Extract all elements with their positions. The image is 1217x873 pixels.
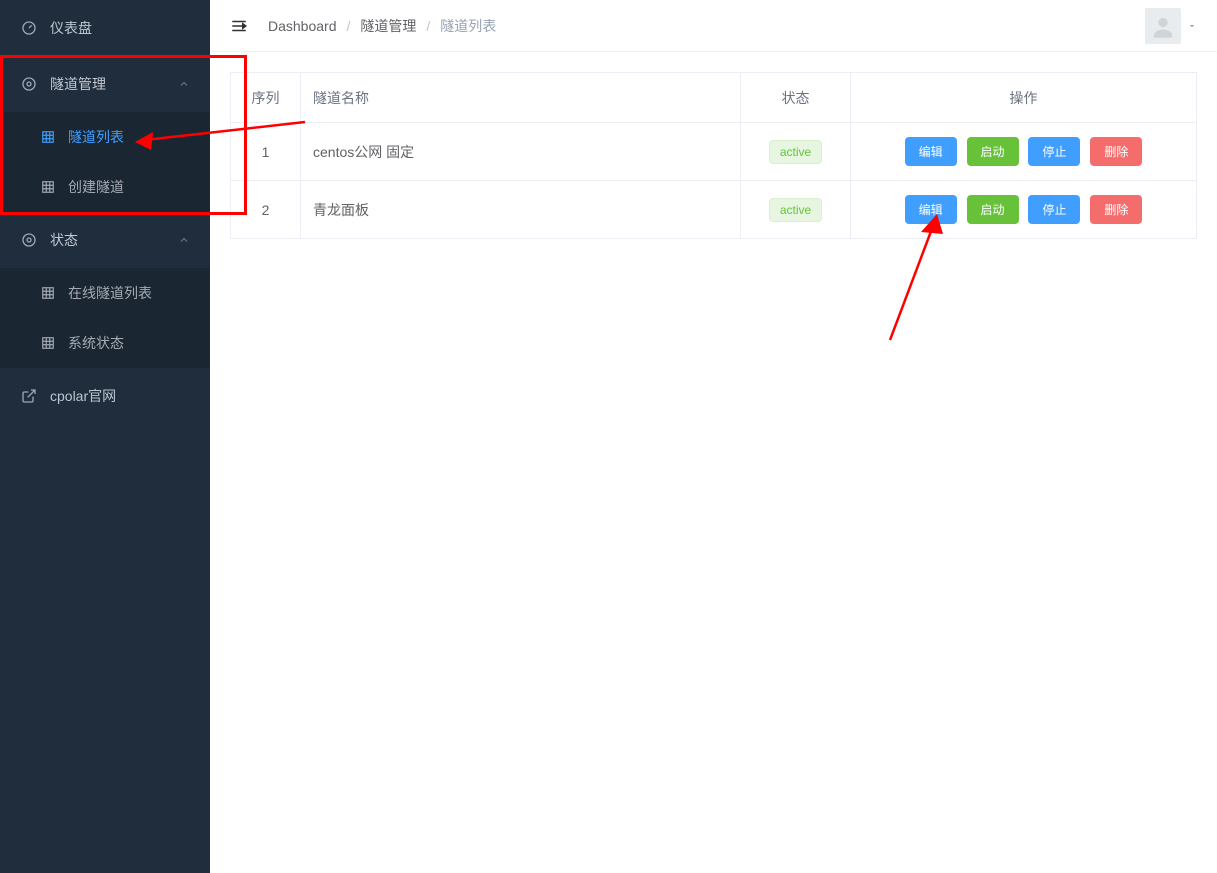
target-icon bbox=[20, 75, 38, 93]
edit-button[interactable]: 编辑 bbox=[905, 195, 957, 224]
sidebar-item-label: 在线隧道列表 bbox=[68, 283, 152, 303]
sidebar-item-label: 创建隧道 bbox=[68, 177, 124, 197]
dashboard-icon bbox=[20, 19, 38, 37]
sidebar-item-tunnel-list[interactable]: 隧道列表 bbox=[0, 112, 210, 162]
user-menu[interactable] bbox=[1145, 8, 1197, 44]
status-badge: active bbox=[769, 140, 822, 164]
table-row: 1 centos公网 固定 active 编辑 启动 停止 删除 bbox=[231, 123, 1197, 181]
sidebar-section-status[interactable]: 状态 bbox=[0, 212, 210, 268]
cell-status: active bbox=[741, 123, 851, 181]
external-link-icon bbox=[20, 387, 38, 405]
sidebar: 仪表盘 隧道管理 隧道列表 创建隧道 bbox=[0, 0, 210, 873]
sidebar-item-label: 隧道列表 bbox=[68, 127, 124, 147]
sidebar-item-label: 系统状态 bbox=[68, 333, 124, 353]
sidebar-item-online-tunnel[interactable]: 在线隧道列表 bbox=[0, 268, 210, 318]
delete-button[interactable]: 删除 bbox=[1090, 137, 1142, 166]
stop-button[interactable]: 停止 bbox=[1028, 137, 1080, 166]
sidebar-section-label: 状态 bbox=[50, 230, 78, 250]
sidebar-item-cpolar[interactable]: cpolar官网 bbox=[0, 368, 210, 424]
table-icon bbox=[40, 179, 56, 195]
target-icon bbox=[20, 231, 38, 249]
sidebar-item-dashboard[interactable]: 仪表盘 bbox=[0, 0, 210, 56]
avatar-icon bbox=[1145, 8, 1181, 44]
chevron-up-icon bbox=[178, 78, 190, 90]
edit-button[interactable]: 编辑 bbox=[905, 137, 957, 166]
topbar: Dashboard / 隧道管理 / 隧道列表 bbox=[210, 0, 1217, 52]
table-icon bbox=[40, 335, 56, 351]
status-badge: active bbox=[769, 198, 822, 222]
th-seq: 序列 bbox=[231, 73, 301, 123]
start-button[interactable]: 启动 bbox=[967, 195, 1019, 224]
sidebar-item-label: 仪表盘 bbox=[50, 18, 92, 38]
caret-down-icon bbox=[1187, 18, 1197, 34]
cell-seq: 2 bbox=[231, 181, 301, 239]
th-status: 状态 bbox=[741, 73, 851, 123]
sidebar-item-label: cpolar官网 bbox=[50, 386, 116, 406]
start-button[interactable]: 启动 bbox=[967, 137, 1019, 166]
breadcrumb-root[interactable]: Dashboard bbox=[268, 18, 337, 34]
fold-menu-icon[interactable] bbox=[230, 16, 250, 36]
cell-status: active bbox=[741, 181, 851, 239]
breadcrumb-sep: / bbox=[347, 18, 351, 34]
cell-name: centos公网 固定 bbox=[301, 123, 741, 181]
content: 序列 隧道名称 状态 操作 1 centos公网 固定 active bbox=[210, 52, 1217, 259]
main: Dashboard / 隧道管理 / 隧道列表 序列 bbox=[210, 0, 1217, 873]
tunnel-table: 序列 隧道名称 状态 操作 1 centos公网 固定 active bbox=[230, 72, 1197, 239]
breadcrumb-current: 隧道列表 bbox=[440, 16, 496, 36]
th-actions: 操作 bbox=[851, 73, 1197, 123]
table-icon bbox=[40, 129, 56, 145]
sidebar-item-system-status[interactable]: 系统状态 bbox=[0, 318, 210, 368]
breadcrumb-sep: / bbox=[426, 18, 430, 34]
cell-seq: 1 bbox=[231, 123, 301, 181]
sidebar-section-tunnel[interactable]: 隧道管理 bbox=[0, 56, 210, 112]
stop-button[interactable]: 停止 bbox=[1028, 195, 1080, 224]
th-name: 隧道名称 bbox=[301, 73, 741, 123]
sidebar-item-tunnel-create[interactable]: 创建隧道 bbox=[0, 162, 210, 212]
delete-button[interactable]: 删除 bbox=[1090, 195, 1142, 224]
cell-actions: 编辑 启动 停止 删除 bbox=[851, 181, 1197, 239]
cell-actions: 编辑 启动 停止 删除 bbox=[851, 123, 1197, 181]
chevron-up-icon bbox=[178, 234, 190, 246]
breadcrumb: Dashboard / 隧道管理 / 隧道列表 bbox=[268, 16, 496, 36]
table-row: 2 青龙面板 active 编辑 启动 停止 删除 bbox=[231, 181, 1197, 239]
sidebar-section-label: 隧道管理 bbox=[50, 74, 106, 94]
breadcrumb-section[interactable]: 隧道管理 bbox=[360, 16, 416, 36]
cell-name: 青龙面板 bbox=[301, 181, 741, 239]
table-icon bbox=[40, 285, 56, 301]
